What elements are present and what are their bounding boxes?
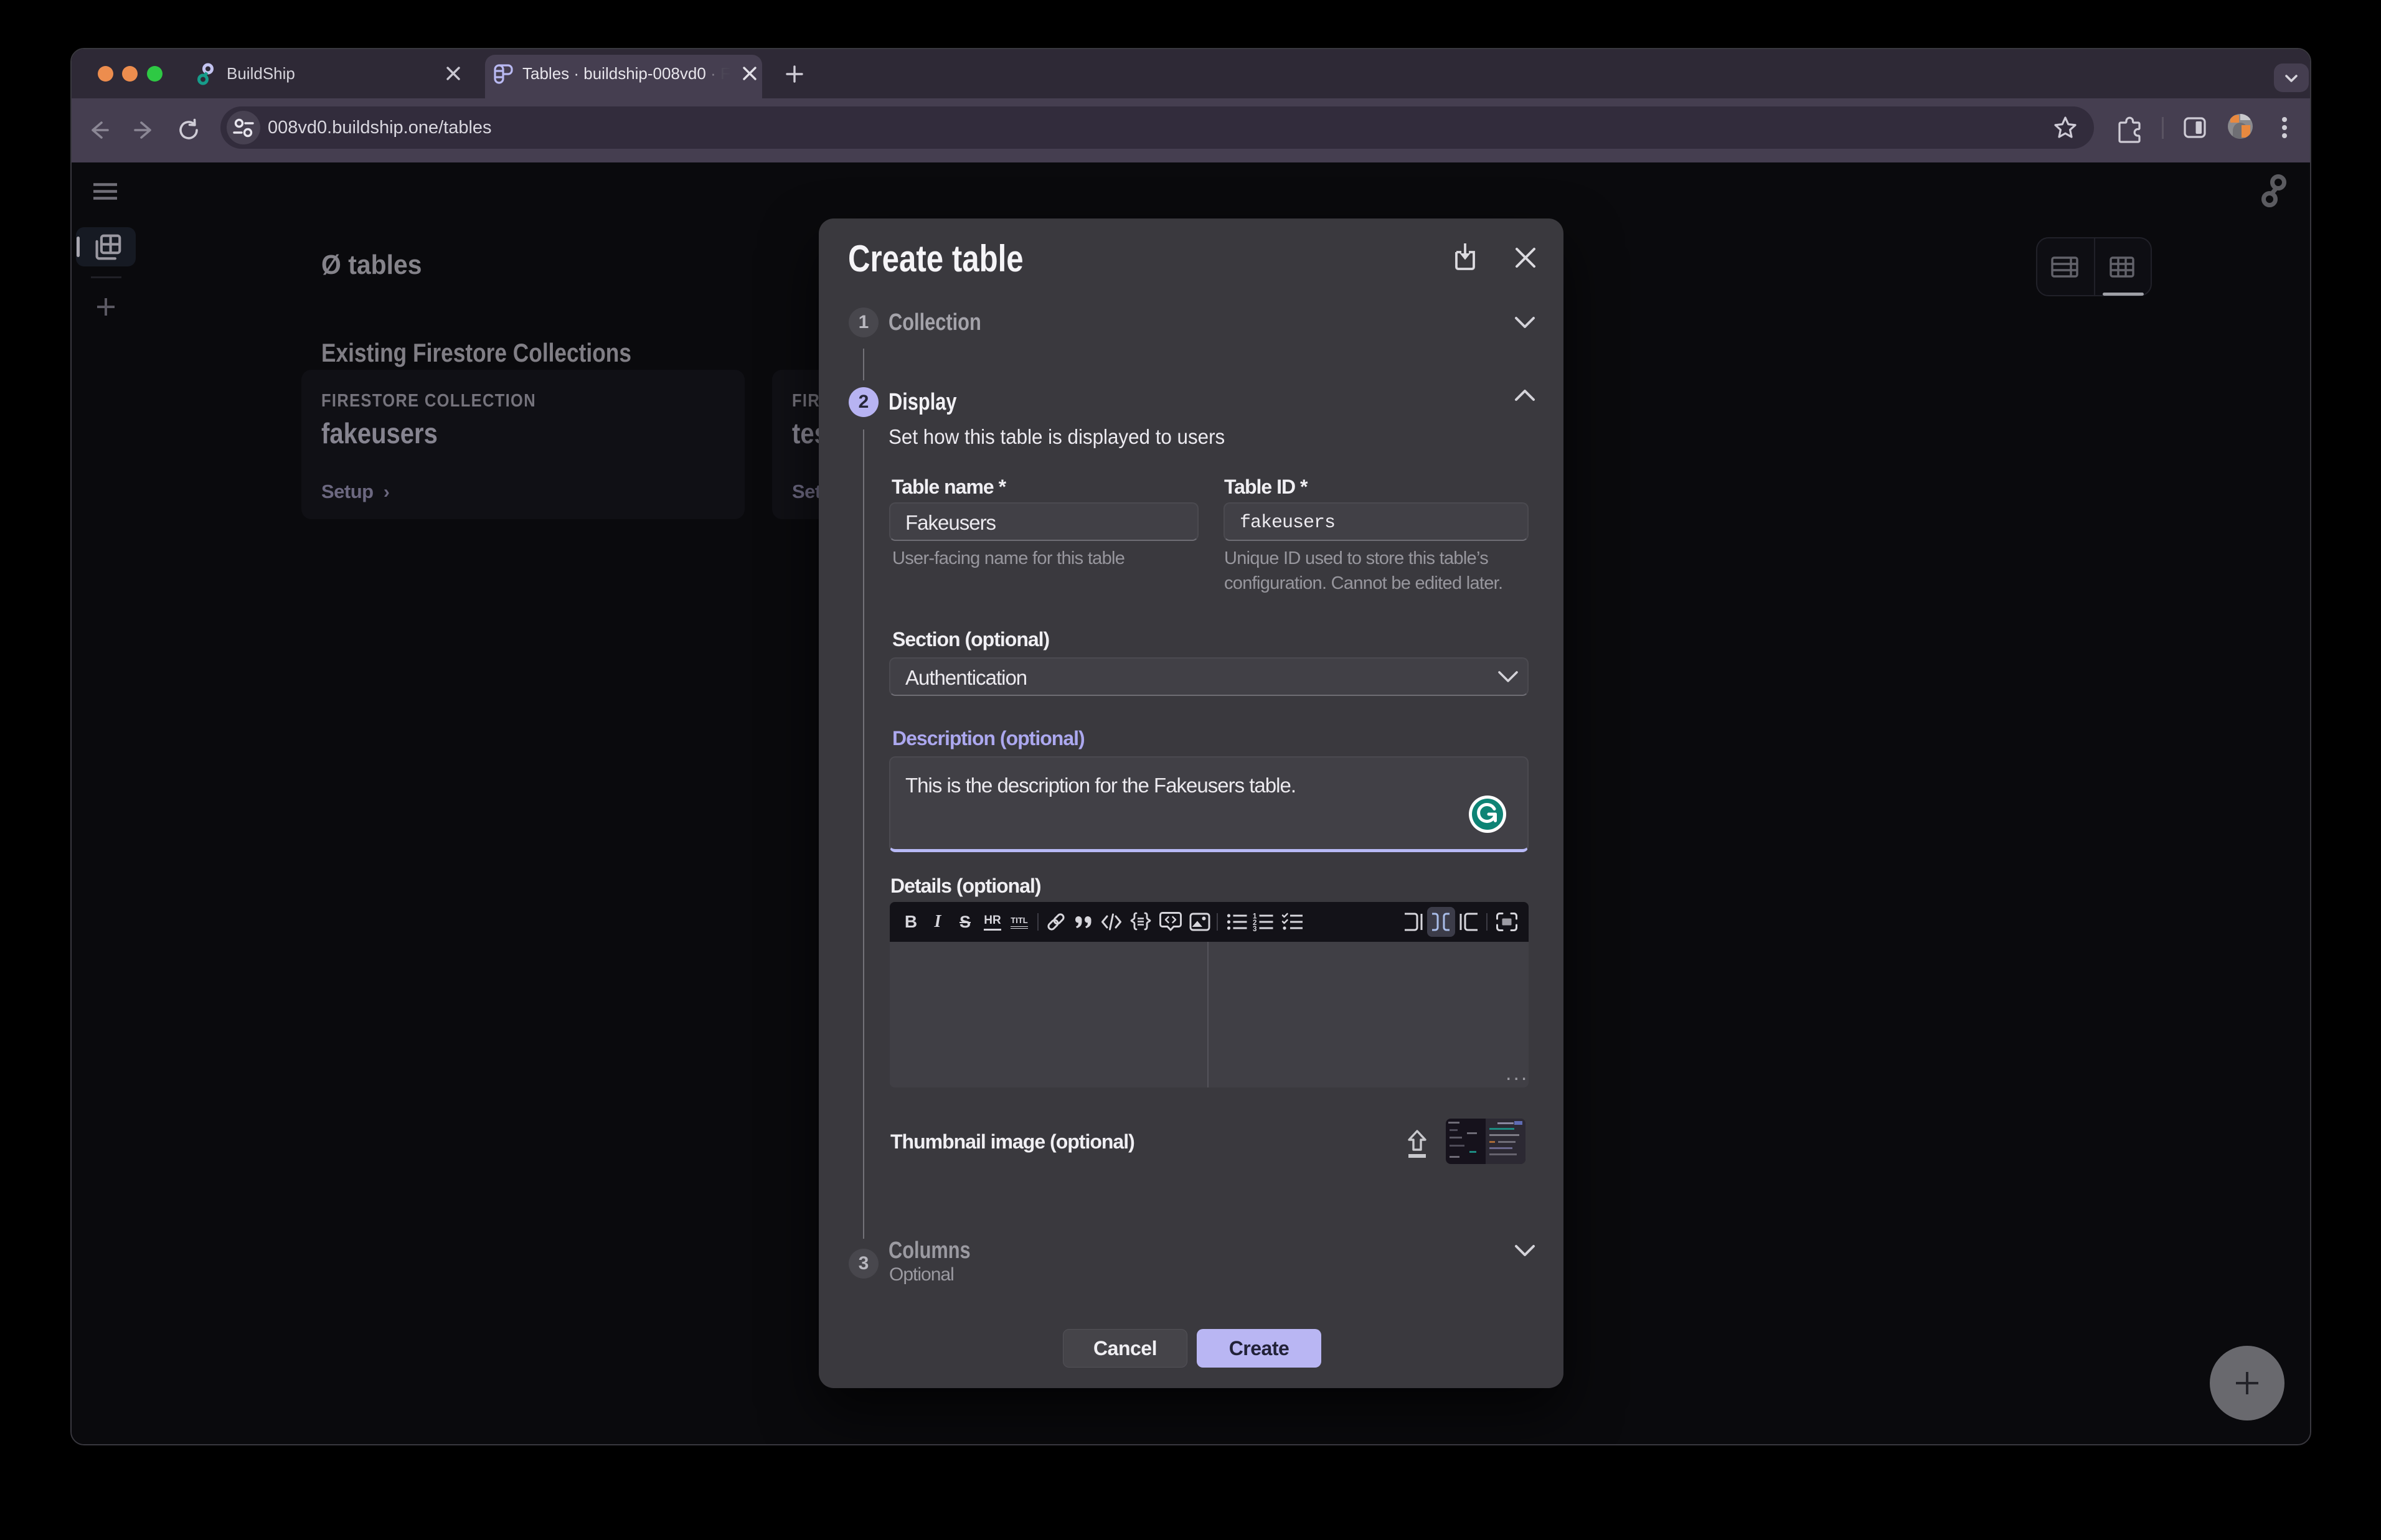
svg-text:3: 3 xyxy=(1253,926,1257,933)
